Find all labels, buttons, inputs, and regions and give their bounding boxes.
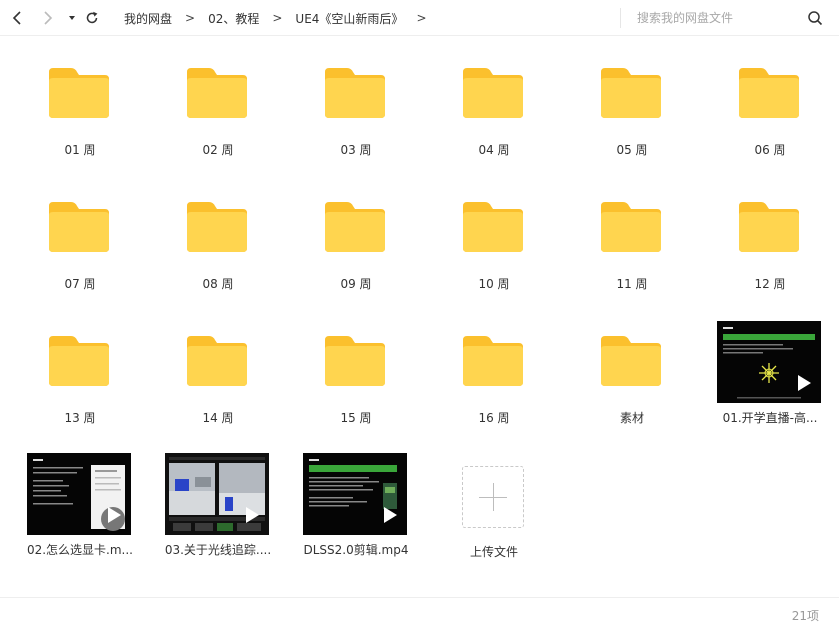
item-label: 08 周: [202, 277, 234, 291]
item-label: 16 周: [478, 411, 510, 425]
folder-item[interactable]: 15 周: [293, 306, 419, 426]
folder-icon: [187, 68, 247, 118]
folder-item[interactable]: 素材: [569, 306, 695, 426]
search-input[interactable]: [621, 8, 791, 28]
caret-down-icon: [69, 16, 75, 20]
breadcrumb-item-my-drive[interactable]: 我的网盘: [124, 10, 172, 27]
history-dropdown-button[interactable]: [62, 8, 82, 28]
video-item[interactable]: 03.关于光线追踪....: [155, 438, 281, 558]
folder-icon: [325, 68, 385, 118]
folder-item[interactable]: 06 周: [707, 38, 833, 158]
upload-item[interactable]: 上传文件: [431, 438, 557, 559]
refresh-button[interactable]: [82, 8, 102, 28]
refresh-icon: [86, 11, 98, 24]
breadcrumb-item-current-folder[interactable]: UE4《空山新雨后》: [295, 10, 403, 27]
folder-item[interactable]: 13 周: [17, 306, 143, 426]
folder-item[interactable]: 14 周: [155, 306, 281, 426]
folder-icon: [601, 68, 661, 118]
item-label: 02 周: [202, 143, 234, 157]
item-label: 14 周: [202, 411, 234, 425]
item-label: 12 周: [754, 277, 786, 291]
video-thumbnail: [303, 453, 407, 535]
video-thumbnail: [165, 453, 269, 535]
folder-item[interactable]: 04 周: [431, 38, 557, 158]
play-icon: [384, 507, 397, 523]
item-label: 07 周: [64, 277, 96, 291]
upload-label: 上传文件: [469, 545, 518, 559]
play-icon: [108, 507, 121, 523]
folder-icon: [463, 336, 523, 386]
play-icon: [246, 507, 259, 523]
folder-item[interactable]: 05 周: [569, 38, 695, 158]
breadcrumb-separator: >: [185, 11, 196, 25]
item-label: 01 周: [64, 143, 96, 157]
folder-icon: [601, 202, 661, 252]
folder-icon: [739, 202, 799, 252]
item-label: 02.怎么选显卡.m...: [26, 543, 134, 557]
video-item[interactable]: 01.开学直播-高...: [707, 306, 833, 426]
breadcrumb: 我的网盘 > 02、教程 > UE4《空山新雨后》 >: [124, 0, 440, 36]
search-icon[interactable]: [807, 10, 823, 26]
folder-icon: [739, 68, 799, 118]
item-label: 13 周: [64, 411, 96, 425]
folder-icon: [463, 68, 523, 118]
video-item[interactable]: 02.怎么选显卡.m...: [17, 438, 143, 558]
folder-icon: [325, 336, 385, 386]
item-label: 10 周: [478, 277, 510, 291]
chevron-right-icon: [44, 11, 53, 25]
toolbar: 我的网盘 > 02、教程 > UE4《空山新雨后》 >: [0, 0, 839, 36]
video-thumbnail: [717, 321, 821, 403]
item-label: 06 周: [754, 143, 786, 157]
folder-item[interactable]: 03 周: [293, 38, 419, 158]
folder-item[interactable]: 02 周: [155, 38, 281, 158]
video-thumbnail: [27, 453, 131, 535]
item-label: 04 周: [478, 143, 510, 157]
folder-item[interactable]: 11 周: [569, 172, 695, 292]
video-item[interactable]: DLSS2.0剪辑.mp4: [293, 438, 419, 558]
folder-icon: [325, 202, 385, 252]
folder-icon: [601, 336, 661, 386]
item-label: 01.开学直播-高...: [722, 411, 818, 425]
folder-item[interactable]: 01 周: [17, 38, 143, 158]
item-label: 05 周: [616, 143, 648, 157]
folder-icon: [187, 336, 247, 386]
status-bar: 21项: [0, 597, 839, 629]
forward-button[interactable]: [37, 8, 57, 28]
search-box: [620, 8, 830, 28]
item-count: 21项: [791, 609, 819, 623]
folder-item[interactable]: 07 周: [17, 172, 143, 292]
play-icon: [798, 375, 811, 391]
breadcrumb-separator: >: [272, 11, 283, 25]
folder-item[interactable]: 16 周: [431, 306, 557, 426]
item-label: 09 周: [340, 277, 372, 291]
breadcrumb-expand-arrow[interactable]: >: [416, 11, 426, 25]
file-grid: 01 周 02 周 03 周 04 周 05 周 06 周 07 周 08 周 …: [0, 38, 839, 594]
chevron-left-icon: [12, 11, 21, 25]
folder-icon: [187, 202, 247, 252]
item-label: 03 周: [340, 143, 372, 157]
back-button[interactable]: [8, 8, 28, 28]
folder-icon: [463, 202, 523, 252]
item-label: DLSS2.0剪辑.mp4: [303, 543, 409, 557]
folder-item[interactable]: 10 周: [431, 172, 557, 292]
folder-item[interactable]: 12 周: [707, 172, 833, 292]
item-label: 素材: [619, 411, 644, 425]
folder-icon: [49, 202, 109, 252]
folder-icon: [49, 68, 109, 118]
folder-icon: [49, 336, 109, 386]
item-label: 03.关于光线追踪....: [164, 543, 272, 557]
breadcrumb-item-tutorial[interactable]: 02、教程: [208, 10, 259, 27]
item-label: 11 周: [616, 277, 648, 291]
item-label: 15 周: [340, 411, 372, 425]
upload-button[interactable]: [462, 466, 524, 528]
folder-item[interactable]: 09 周: [293, 172, 419, 292]
folder-item[interactable]: 08 周: [155, 172, 281, 292]
